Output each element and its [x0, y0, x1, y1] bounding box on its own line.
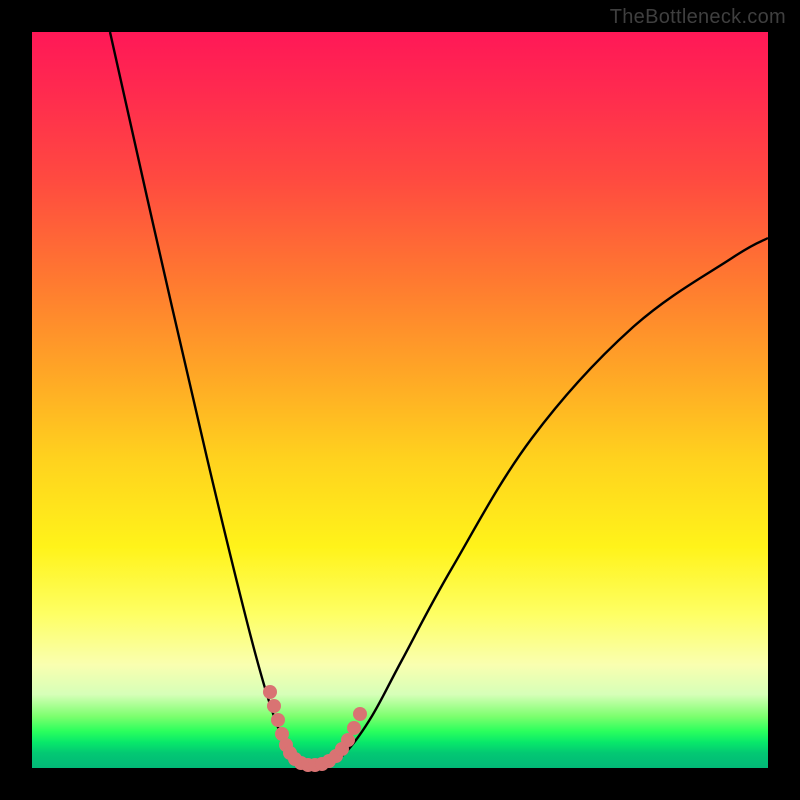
watermark-text: TheBottleneck.com	[610, 6, 786, 29]
threshold-marker	[353, 707, 367, 721]
threshold-marker	[271, 713, 285, 727]
bottleneck-curve	[110, 32, 768, 765]
chart-frame: TheBottleneck.com	[0, 0, 800, 800]
threshold-marker	[347, 721, 361, 735]
plot-area	[32, 32, 768, 768]
threshold-marker	[263, 685, 277, 699]
threshold-markers	[263, 685, 367, 772]
threshold-marker	[267, 699, 281, 713]
curve-layer	[32, 32, 768, 768]
threshold-marker	[341, 733, 355, 747]
